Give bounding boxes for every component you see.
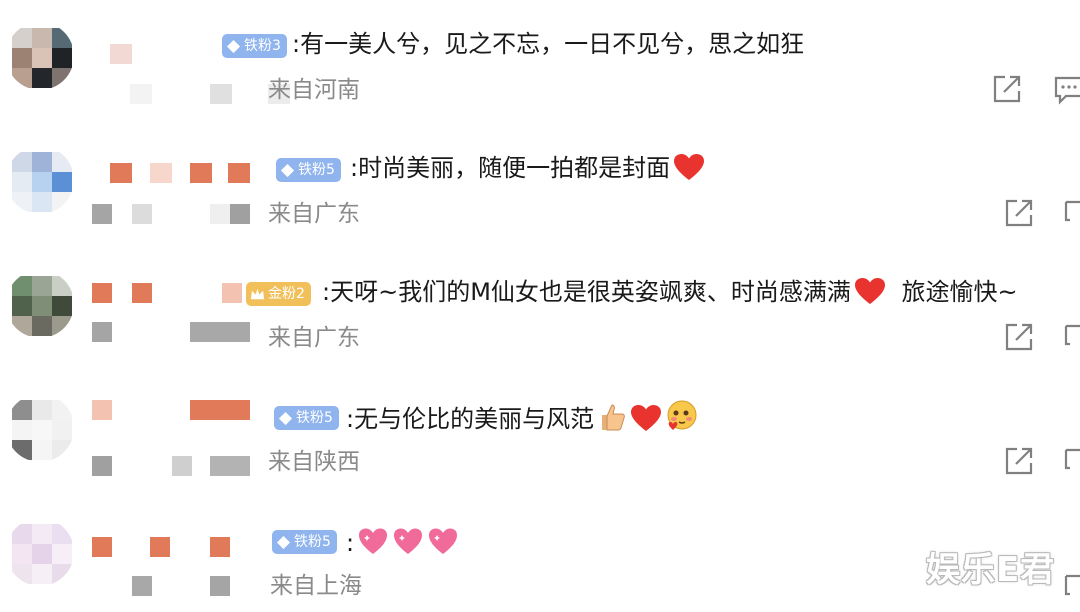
badge-label: 铁粉5: [296, 410, 333, 426]
avatar[interactable]: [6, 394, 74, 462]
diamond-icon: [280, 163, 295, 177]
location-label: 来自广东: [268, 201, 360, 227]
diamond-icon: [276, 535, 291, 549]
comment-text: :天呀~我们的M仙女也是很英姿飒爽、时尚感满满 旅途愉快~: [322, 278, 1018, 306]
location-label: 来自陕西: [268, 449, 360, 475]
comment-icon[interactable]: [1062, 570, 1080, 604]
location-label: 来自广东: [268, 325, 360, 351]
avatar[interactable]: [6, 270, 74, 338]
pink-sparkling-heart-emoji: [394, 528, 423, 554]
pink-sparkling-heart-emoji: [359, 528, 388, 554]
comment-icon[interactable]: [1062, 444, 1080, 478]
comment-text: :时尚美丽，随便一拍都是封面: [350, 152, 705, 184]
comment-icon[interactable]: [1062, 196, 1080, 230]
red-heart-emoji: [674, 154, 705, 180]
fan-badge[interactable]: 铁粉5: [272, 530, 337, 554]
badge-label: 金粉2: [268, 286, 305, 302]
share-icon[interactable]: [1002, 196, 1036, 230]
share-icon[interactable]: [1002, 444, 1036, 478]
watermark: 娱乐E君: [926, 550, 1056, 590]
comment-text-tail: 旅途愉快~: [901, 278, 1018, 306]
share-icon[interactable]: [1002, 320, 1036, 354]
badge-label: 铁粉5: [294, 534, 331, 550]
crown-icon: [250, 288, 265, 299]
thumbs-up-emoji: [602, 404, 625, 431]
diamond-icon: [278, 411, 293, 425]
comment-text: :: [346, 526, 459, 559]
comment-item: 铁粉5 : 来自上海: [0, 0, 1080, 599]
red-heart-emoji: [854, 278, 885, 304]
comment-text: :无与伦比的美丽与风范: [346, 400, 699, 435]
red-heart-emoji: [631, 405, 662, 431]
fan-badge[interactable]: 铁粉5: [276, 158, 341, 182]
avatar[interactable]: [6, 146, 74, 214]
location-label: 来自上海: [270, 573, 362, 599]
avatar[interactable]: [6, 518, 74, 586]
blushing-face-emoji: [667, 400, 697, 430]
comment-icon[interactable]: [1062, 320, 1080, 354]
fan-badge[interactable]: 铁粉5: [274, 406, 339, 430]
fan-badge[interactable]: 金粉2: [246, 282, 311, 306]
pink-sparkling-heart-emoji: [429, 528, 458, 554]
badge-label: 铁粉5: [298, 162, 335, 178]
